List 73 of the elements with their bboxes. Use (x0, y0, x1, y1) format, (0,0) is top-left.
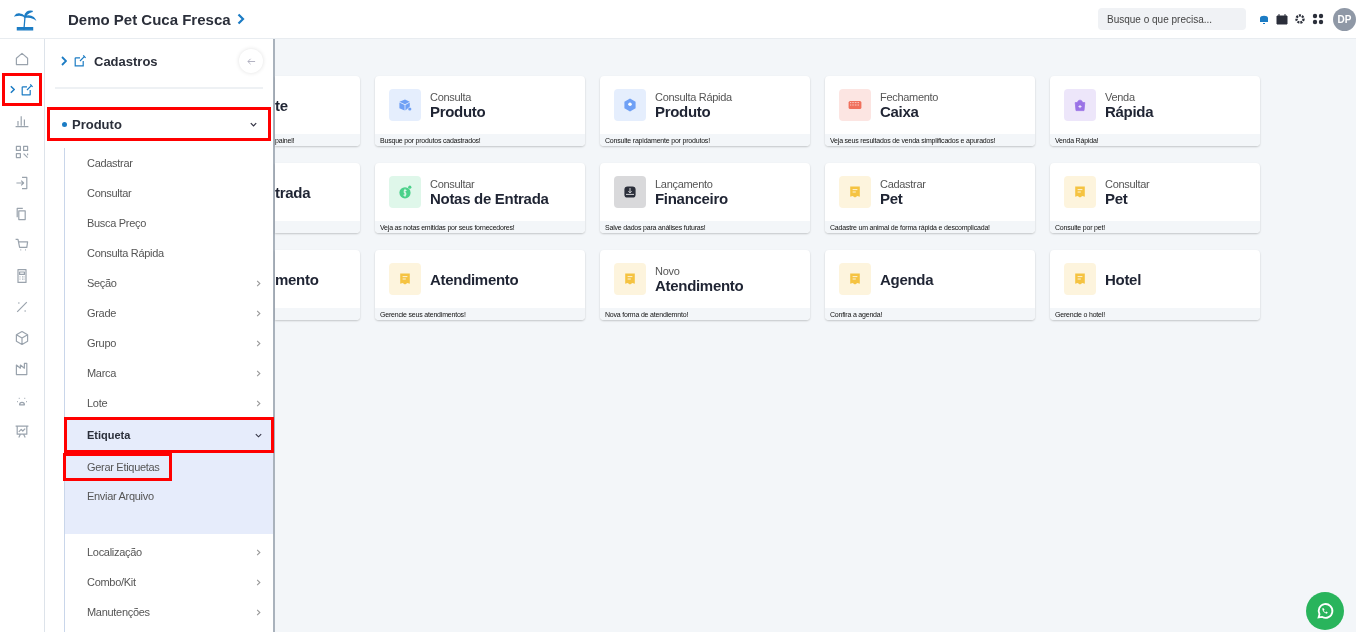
login-icon (14, 174, 30, 191)
submenu-item[interactable]: Enviar Arquivo (65, 483, 164, 508)
card-subtitle: Venda (1105, 90, 1136, 103)
chat-button[interactable] (1306, 592, 1344, 630)
menu-item[interactable]: Etiqueta (65, 418, 273, 452)
cube-icon (14, 329, 30, 346)
menu-item[interactable]: Consulta Rápida (65, 238, 273, 268)
chevron-right-icon (254, 308, 263, 318)
chevron-right-icon (254, 338, 263, 348)
card-title: trada (275, 183, 311, 201)
factory-icon (14, 360, 30, 377)
card-title: Hotel (1105, 270, 1141, 288)
chevron-right-icon (254, 368, 263, 378)
edit-icon (72, 53, 88, 69)
shortcut-card[interactable]: mento (275, 250, 360, 320)
calendar-icon[interactable] (1276, 13, 1288, 25)
card-title: Pet (1105, 189, 1129, 207)
menu-item[interactable]: Consultar (65, 178, 273, 208)
chevron-right-icon (254, 577, 263, 587)
settings-icon[interactable] (1294, 13, 1306, 25)
card-subtitle: Consulta Rápida (655, 90, 732, 103)
menu-item[interactable]: Lote (65, 388, 273, 418)
menu-item[interactable]: Manutenções (65, 597, 273, 627)
menu-item[interactable]: Grupo (65, 328, 273, 358)
chevron-right-icon (61, 56, 67, 66)
menu-item[interactable]: Busca Preço (65, 208, 273, 238)
bell-icon[interactable] (1258, 13, 1270, 25)
submenu-item[interactable]: Gerar Etiquetas (65, 454, 170, 479)
search-field[interactable]: Busque o que precisa... (1098, 8, 1246, 30)
home-icon (14, 50, 30, 67)
card-title: Agenda (880, 270, 934, 288)
card-subtitle: Fechamento (880, 90, 939, 103)
card-title: Rápida (1105, 102, 1154, 120)
panel-title: Cadastros (94, 53, 158, 69)
cart-icon (14, 236, 30, 253)
company-name: Demo Pet Cuca Fresca (68, 10, 231, 28)
card-title: Atendimento (655, 276, 744, 294)
card-subtitle: Lançamento (655, 177, 714, 190)
menu-item[interactable]: Marca (65, 358, 273, 388)
card-title: mento (275, 270, 319, 288)
qr-code-icon (14, 143, 30, 160)
card-subtitle: Consulta (430, 90, 473, 103)
card-subtitle: Consultar (430, 177, 476, 190)
card-title: Produto (655, 102, 711, 120)
chevron-right-icon (254, 547, 263, 557)
card-title: Pet (880, 189, 904, 207)
arrow-left-icon (246, 56, 256, 66)
menu-item[interactable]: Localização (65, 537, 273, 567)
menu-item[interactable]: Seção (65, 268, 273, 298)
shortcut-card[interactable]: trada (275, 163, 360, 233)
sidebar-button[interactable] (3, 74, 41, 105)
menu-item[interactable]: Grade (65, 298, 273, 328)
card-subtitle: Novo (655, 264, 681, 277)
collapse-button[interactable] (239, 49, 263, 73)
card-title: Atendimento (430, 270, 519, 288)
card-title: Notas de Entrada (430, 189, 549, 207)
bullet-icon (62, 121, 67, 127)
chevron-right-icon (254, 278, 263, 288)
chevron-right-icon (254, 398, 263, 408)
chevron-right-icon (9, 85, 15, 94)
apps-grid-icon[interactable] (1312, 13, 1324, 25)
chevron-right-icon[interactable] (236, 13, 245, 25)
card-subtitle: Cadastrar (880, 177, 926, 190)
card-title: te (275, 96, 288, 114)
menu-item[interactable]: Cadastrar (65, 148, 273, 178)
card-title: Produto (430, 102, 486, 120)
card-title: Caixa (880, 102, 920, 120)
calculator-icon (14, 267, 30, 284)
chevron-right-icon (254, 607, 263, 617)
card-title: Financeiro (655, 189, 728, 207)
card-subtitle: Consultar (1105, 177, 1150, 190)
menu-section[interactable]: Produto (48, 108, 270, 140)
menu-item[interactable]: Combo/Kit (65, 567, 273, 597)
